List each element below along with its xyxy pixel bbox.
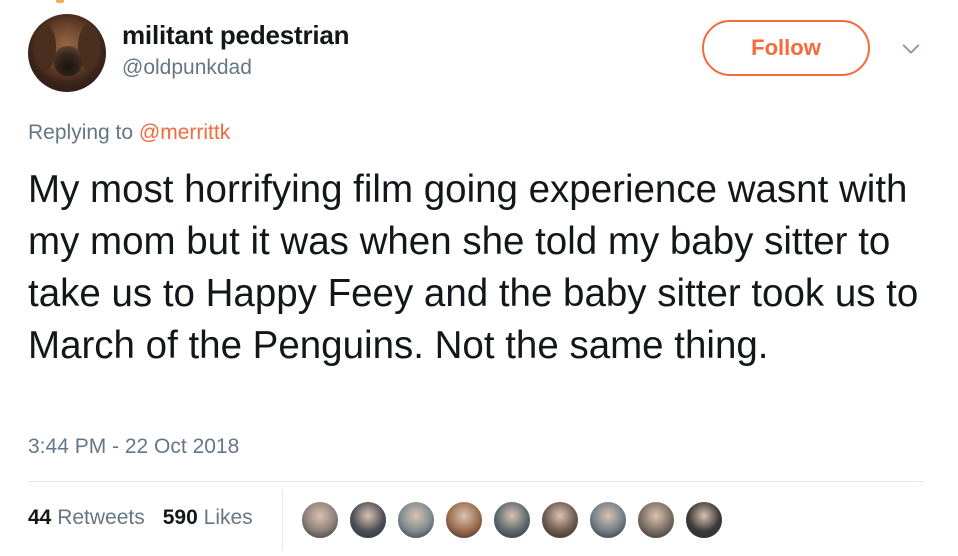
liker-avatar[interactable] bbox=[684, 500, 724, 540]
follow-button[interactable]: Follow bbox=[702, 20, 870, 76]
liker-avatar[interactable] bbox=[348, 500, 388, 540]
liker-avatar[interactable] bbox=[492, 500, 532, 540]
reply-mention-link[interactable]: @merrittk bbox=[139, 121, 230, 144]
retweets-stat[interactable]: 44 Retweets bbox=[28, 506, 145, 530]
liker-avatars bbox=[300, 500, 732, 540]
likes-label: Likes bbox=[203, 506, 253, 529]
user-display-name[interactable]: militant pedestrian bbox=[122, 20, 350, 51]
stats-separator bbox=[282, 490, 283, 550]
retweets-label: Retweets bbox=[57, 506, 145, 529]
likes-count: 590 bbox=[162, 506, 198, 529]
retweets-count: 44 bbox=[28, 506, 52, 529]
avatar-ear-left bbox=[34, 24, 56, 70]
liker-avatar[interactable] bbox=[636, 500, 676, 540]
tweet-text: My most horrifying film going experience… bbox=[28, 168, 919, 367]
tweet-timestamp[interactable]: 3:44 PM - 22 Oct 2018 bbox=[28, 435, 239, 459]
avatar-snout bbox=[54, 46, 82, 76]
liker-avatar[interactable] bbox=[396, 500, 436, 540]
liker-avatar[interactable] bbox=[444, 500, 484, 540]
user-handle[interactable]: @oldpunkdad bbox=[122, 56, 252, 80]
tweet-stats: 44 Retweets 590 Likes bbox=[28, 506, 253, 530]
reply-prefix: Replying to bbox=[28, 121, 139, 144]
top-accent-bar bbox=[56, 0, 64, 3]
reply-context: Replying to @merrittk bbox=[28, 121, 230, 145]
liker-avatar[interactable] bbox=[300, 500, 340, 540]
likes-stat[interactable]: 590 Likes bbox=[163, 506, 253, 530]
avatar[interactable] bbox=[28, 14, 106, 92]
liker-avatar[interactable] bbox=[588, 500, 628, 540]
liker-avatar[interactable] bbox=[540, 500, 580, 540]
tweet-header: militant pedestrian @oldpunkdad Follow bbox=[28, 14, 928, 94]
chevron-down-icon[interactable] bbox=[900, 38, 922, 60]
divider bbox=[28, 481, 924, 482]
